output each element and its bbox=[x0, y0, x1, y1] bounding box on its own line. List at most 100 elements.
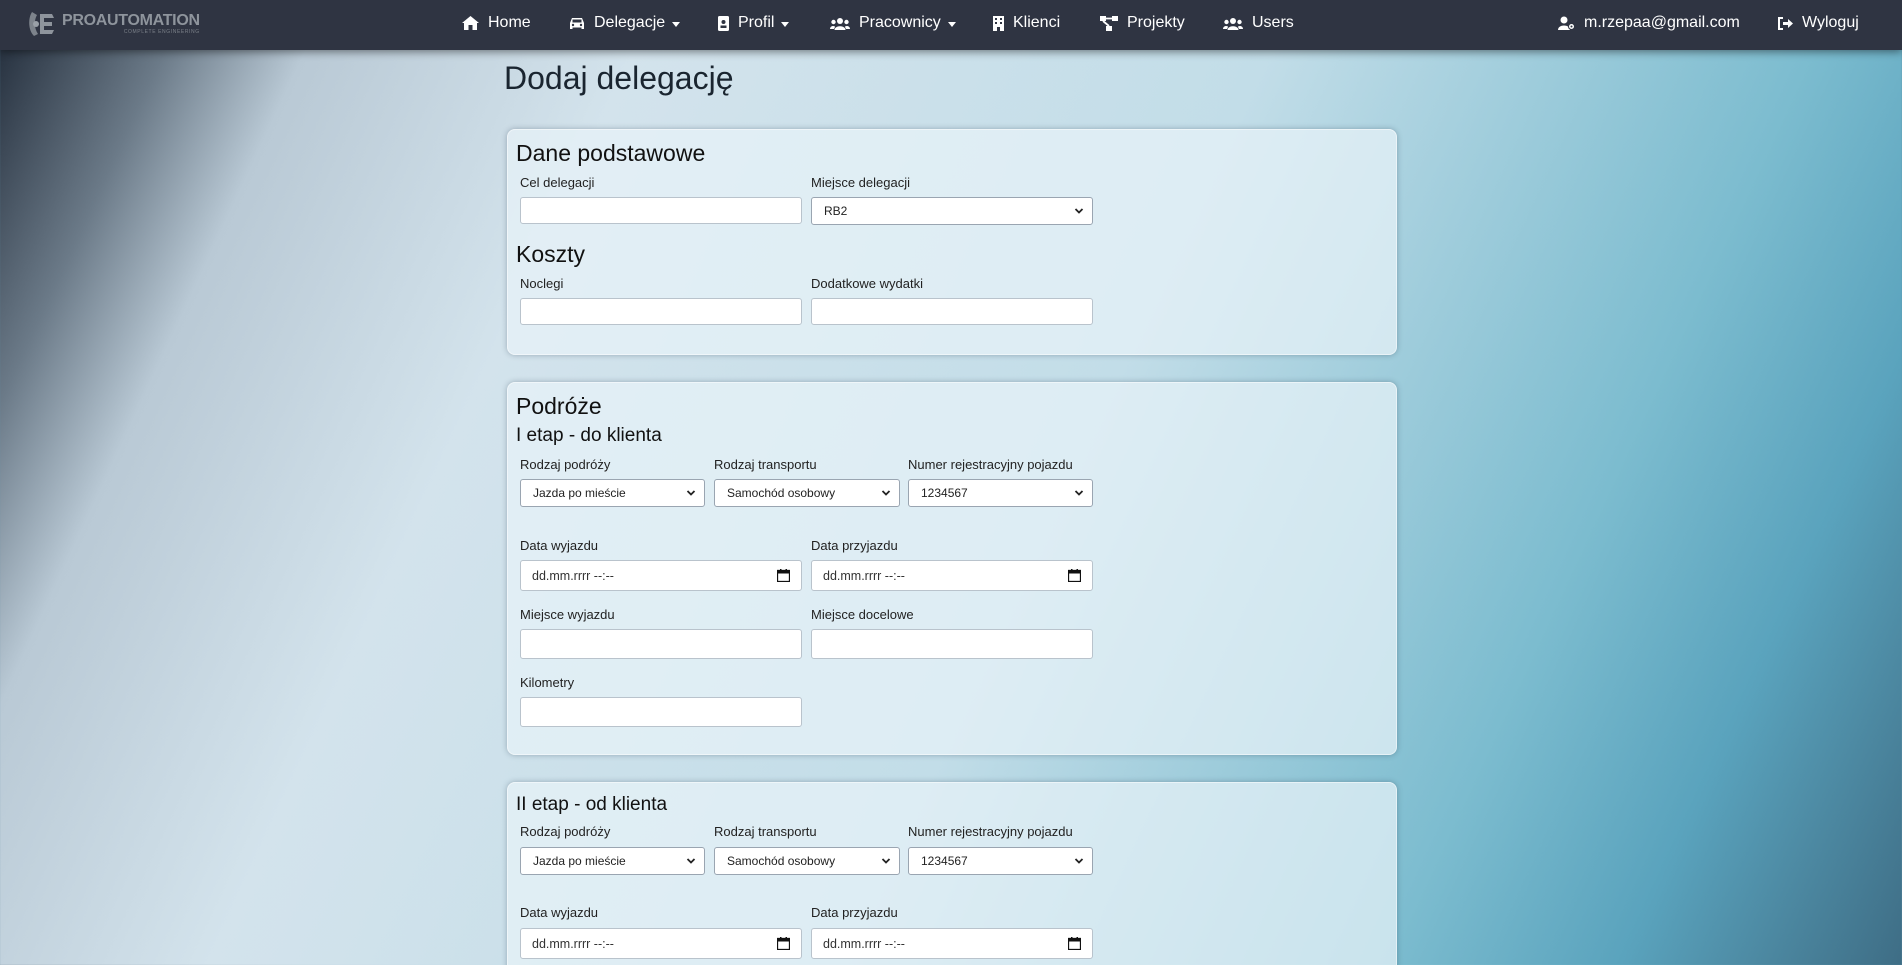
stage2-heading: II etap - od klienta bbox=[516, 794, 668, 815]
stage1-miejsce-wyjazdu-label: Miejsce wyjazdu bbox=[520, 607, 615, 622]
nav-delegacje-label: Delegacje bbox=[594, 14, 666, 31]
noclegi-input[interactable] bbox=[520, 298, 802, 325]
costs-section-heading: Koszty bbox=[516, 241, 586, 267]
stage1-rodzaj-podrozy-value: Jazda po mieście bbox=[533, 486, 626, 500]
stage1-miejsce-wyjazdu-input[interactable] bbox=[520, 629, 802, 659]
chevron-down-icon bbox=[881, 490, 891, 496]
travel-stage1-card: Podróże I etap - do klienta Rodzaj podró… bbox=[507, 382, 1397, 755]
dodatkowe-wydatki-input[interactable] bbox=[811, 298, 1093, 325]
stage2-numer-label: Numer rejestracyjny pojazdu bbox=[908, 824, 1073, 839]
miejsce-delegacji-label: Miejsce delegacji bbox=[811, 175, 910, 190]
car-icon bbox=[570, 17, 584, 29]
stage1-data-przyjazdu-label: Data przyjazdu bbox=[811, 538, 898, 553]
basic-info-card: Dane podstawowe Cel delegacji Miejsce de… bbox=[507, 129, 1397, 355]
stage2-rodzaj-podrozy-select[interactable]: Jazda po mieście bbox=[520, 847, 705, 875]
stage2-rodzaj-transportu-value: Samochód osobowy bbox=[727, 854, 836, 868]
stage1-rodzaj-transportu-label: Rodzaj transportu bbox=[714, 457, 817, 472]
user-email: m.rzepaa@gmail.com bbox=[1584, 14, 1740, 31]
page-title: Dodaj delegację bbox=[504, 60, 734, 96]
nav-users[interactable]: Users bbox=[1223, 0, 1294, 46]
stage1-rodzaj-transportu-value: Samochód osobowy bbox=[727, 486, 836, 500]
dodatkowe-wydatki-label: Dodatkowe wydatki bbox=[811, 276, 923, 291]
stage1-data-wyjazdu-value: dd.mm.rrrr --:-- bbox=[532, 568, 614, 583]
brand-name: PROAUTOMATION bbox=[62, 12, 200, 29]
stage1-data-przyjazdu-input[interactable]: dd.mm.rrrr --:-- bbox=[811, 560, 1093, 591]
stage2-rodzaj-transportu-label: Rodzaj transportu bbox=[714, 824, 817, 839]
sign-out-icon bbox=[1778, 16, 1793, 30]
home-icon bbox=[462, 16, 479, 30]
nav-projekty-label: Projekty bbox=[1127, 14, 1185, 31]
chevron-down-icon bbox=[686, 490, 696, 496]
chevron-down-icon bbox=[1074, 208, 1084, 214]
stage1-miejsce-docelowe-input[interactable] bbox=[811, 629, 1093, 659]
miejsce-delegacji-value: RB2 bbox=[824, 204, 848, 218]
logout-button[interactable]: Wyloguj bbox=[1778, 0, 1859, 46]
nav-delegacje-dropdown[interactable]: Delegacje bbox=[569, 0, 681, 46]
users-icon bbox=[830, 17, 850, 30]
stage1-heading: I etap - do klienta bbox=[516, 425, 662, 446]
chevron-down-icon bbox=[881, 858, 891, 864]
nav-home-label: Home bbox=[488, 14, 531, 31]
stage2-data-wyjazdu-input[interactable]: dd.mm.rrrr --:-- bbox=[520, 928, 802, 959]
nav-pracownicy-label: Pracownicy bbox=[859, 14, 941, 31]
cel-delegacji-input[interactable] bbox=[520, 197, 802, 224]
nav-pracownicy-dropdown[interactable]: Pracownicy bbox=[830, 0, 956, 46]
stage1-data-wyjazdu-input[interactable]: dd.mm.rrrr --:-- bbox=[520, 560, 802, 591]
building-icon bbox=[993, 15, 1004, 31]
miejsce-delegacji-select[interactable]: RB2 bbox=[811, 197, 1093, 225]
users-icon bbox=[1223, 17, 1243, 30]
brand-tagline: COMPLETE ENGINEERING bbox=[123, 29, 200, 35]
stage1-data-wyjazdu-label: Data wyjazdu bbox=[520, 538, 599, 553]
calendar-icon[interactable] bbox=[1068, 937, 1081, 950]
brand-text: PROAUTOMATION COMPLETE ENGINEERING bbox=[62, 13, 200, 35]
logout-label: Wyloguj bbox=[1802, 14, 1859, 31]
stage1-miejsce-docelowe-label: Miejsce docelowe bbox=[811, 607, 914, 622]
chevron-down-icon bbox=[672, 21, 681, 27]
nav-profil-dropdown[interactable]: Profil bbox=[718, 0, 790, 46]
stage1-numer-value: 1234567 bbox=[921, 486, 968, 500]
stage1-kilometry-input[interactable] bbox=[520, 697, 802, 727]
chevron-down-icon bbox=[1074, 490, 1084, 496]
proautomation-logo-icon bbox=[29, 12, 54, 36]
stage2-data-przyjazdu-value: dd.mm.rrrr --:-- bbox=[823, 936, 905, 951]
nav-klienci-label: Klienci bbox=[1013, 14, 1061, 31]
stage2-rodzaj-podrozy-value: Jazda po mieście bbox=[533, 854, 626, 868]
top-navbar: PROAUTOMATION COMPLETE ENGINEERING Home … bbox=[0, 0, 1902, 50]
nav-users-label: Users bbox=[1252, 14, 1294, 31]
chevron-down-icon bbox=[947, 21, 956, 27]
nav-profil-label: Profil bbox=[738, 14, 775, 31]
stage2-rodzaj-podrozy-label: Rodzaj podróży bbox=[520, 824, 611, 839]
noclegi-label: Noclegi bbox=[520, 276, 564, 291]
stage2-numer-select[interactable]: 1234567 bbox=[908, 847, 1093, 875]
travel-stage2-card: II etap - od klienta Rodzaj podróży Jazd… bbox=[507, 782, 1397, 965]
nav-klienci[interactable]: Klienci bbox=[993, 0, 1060, 46]
stage1-data-przyjazdu-value: dd.mm.rrrr --:-- bbox=[823, 568, 905, 583]
stage2-data-przyjazdu-label: Data przyjazdu bbox=[811, 905, 898, 920]
basic-section-heading: Dane podstawowe bbox=[516, 140, 706, 166]
stage1-rodzaj-podrozy-label: Rodzaj podróży bbox=[520, 457, 611, 472]
cel-delegacji-label: Cel delegacji bbox=[520, 175, 595, 190]
calendar-icon[interactable] bbox=[777, 569, 790, 582]
project-diagram-icon bbox=[1100, 15, 1118, 31]
stage1-numer-select[interactable]: 1234567 bbox=[908, 479, 1093, 507]
calendar-icon[interactable] bbox=[777, 937, 790, 950]
user-cog-icon bbox=[1558, 16, 1575, 30]
calendar-icon[interactable] bbox=[1068, 569, 1081, 582]
stage2-data-przyjazdu-input[interactable]: dd.mm.rrrr --:-- bbox=[811, 928, 1093, 959]
brand-logo-link[interactable]: PROAUTOMATION COMPLETE ENGINEERING bbox=[26, 8, 200, 40]
stage2-data-wyjazdu-value: dd.mm.rrrr --:-- bbox=[532, 936, 614, 951]
stage1-kilometry-label: Kilometry bbox=[520, 675, 575, 690]
nav-user-account[interactable]: m.rzepaa@gmail.com bbox=[1558, 0, 1740, 46]
stage1-numer-label: Numer rejestracyjny pojazdu bbox=[908, 457, 1073, 472]
stage2-data-wyjazdu-label: Data wyjazdu bbox=[520, 905, 599, 920]
nav-home[interactable]: Home bbox=[462, 0, 531, 46]
id-badge-icon bbox=[718, 15, 729, 31]
chevron-down-icon bbox=[1074, 858, 1084, 864]
stage2-rodzaj-transportu-select[interactable]: Samochód osobowy bbox=[714, 847, 900, 875]
chevron-down-icon bbox=[686, 858, 696, 864]
travel-section-heading: Podróże bbox=[516, 393, 602, 419]
chevron-down-icon bbox=[781, 21, 790, 27]
stage1-rodzaj-transportu-select[interactable]: Samochód osobowy bbox=[714, 479, 900, 507]
nav-projekty[interactable]: Projekty bbox=[1100, 0, 1185, 46]
stage1-rodzaj-podrozy-select[interactable]: Jazda po mieście bbox=[520, 479, 705, 507]
